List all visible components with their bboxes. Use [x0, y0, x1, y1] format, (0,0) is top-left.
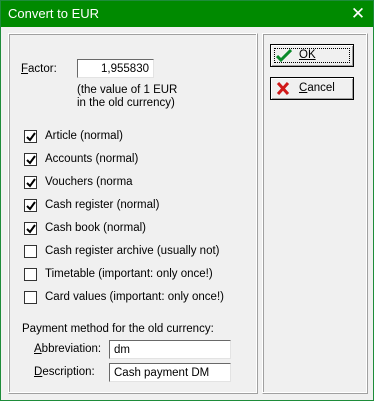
payment-heading: Payment method for the old currency: [22, 323, 214, 335]
button-panel: OK Cancel [262, 33, 368, 394]
factor-hint-line2: in the old currency) [77, 97, 175, 109]
checkbox-unchecked-icon[interactable] [24, 291, 37, 304]
checkbox-checked-icon[interactable] [24, 176, 37, 189]
cancel-x-icon [276, 81, 290, 98]
option-label: Timetable (important: only once!) [45, 268, 213, 280]
checkbox-checked-icon[interactable] [24, 130, 37, 143]
abbreviation-input[interactable] [109, 340, 231, 359]
option-label: Cash register (normal) [45, 199, 160, 211]
title-bar: Convert to EUR ✕ [1, 1, 373, 27]
factor-input[interactable] [77, 59, 154, 78]
description-label: Description: [34, 366, 95, 378]
close-icon[interactable]: ✕ [343, 1, 373, 27]
window-title: Convert to EUR [8, 6, 100, 21]
description-input[interactable] [109, 363, 231, 382]
factor-label: Factor: [21, 63, 57, 75]
focus-rect [274, 48, 350, 63]
option-label: Article (normal) [45, 130, 123, 142]
abbreviation-label: Abbreviation: [34, 343, 102, 355]
settings-panel: Factor: (the value of 1 EUR in the old c… [8, 33, 258, 394]
option-label: Accounts (normal) [45, 153, 139, 165]
option-label: Cash register archive (usually not) [45, 245, 220, 257]
checkbox-checked-icon[interactable] [24, 222, 37, 235]
cancel-label: Cancel [299, 82, 335, 94]
option-label: Vouchers (norma [45, 176, 133, 188]
cancel-button[interactable]: Cancel [270, 77, 354, 100]
ok-button[interactable]: OK [270, 44, 354, 67]
checkbox-unchecked-icon[interactable] [24, 245, 37, 258]
factor-label-rest: actor: [28, 63, 57, 75]
checkbox-checked-icon[interactable] [24, 199, 37, 212]
checkbox-unchecked-icon[interactable] [24, 268, 37, 281]
option-label: Card values (important: only once!) [45, 291, 224, 303]
option-label: Cash book (normal) [45, 222, 146, 234]
checkbox-checked-icon[interactable] [24, 153, 37, 166]
factor-hint-line1: (the value of 1 EUR [77, 84, 178, 96]
convert-dialog: Convert to EUR ✕ Factor: (the value of 1… [0, 0, 374, 401]
